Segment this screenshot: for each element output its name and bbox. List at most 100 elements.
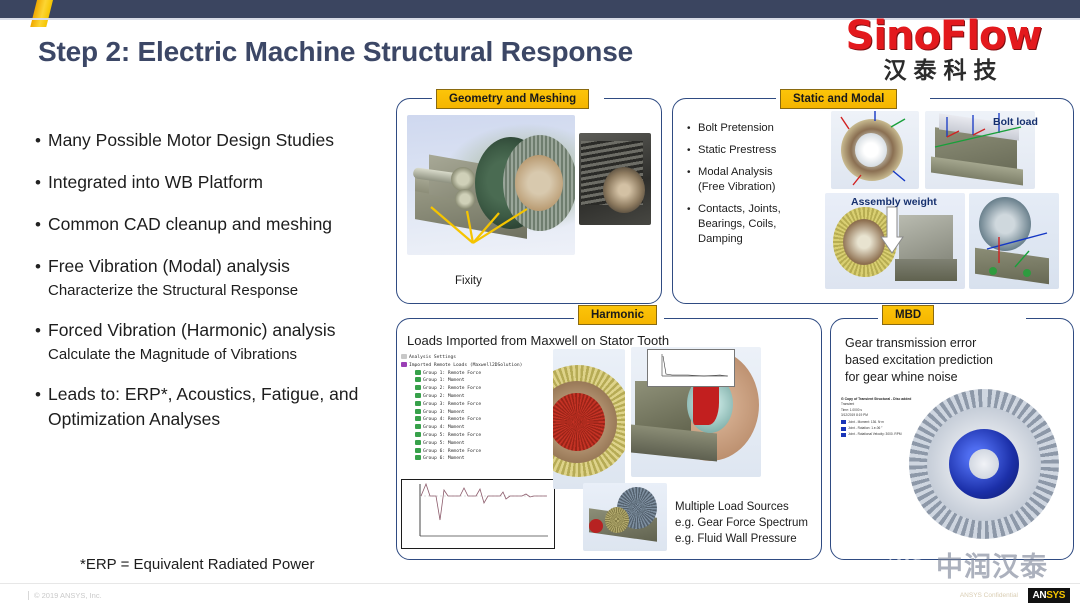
mbd-image-gear (887, 383, 1063, 549)
tree-item[interactable]: Group 3: Moment (399, 408, 551, 417)
logo-wordmark: SinoFlow (845, 13, 1043, 59)
ansys-logo-part-b: SYS (1046, 590, 1065, 601)
bullet-item: • Forced Vibration (Harmonic) analysis Cal… (28, 318, 403, 366)
ansys-logo: ANSYS (1027, 588, 1070, 603)
wechat-watermark: 中润汉泰 (886, 545, 1048, 584)
tree-item-label: Group 1: Remote Force (423, 370, 482, 376)
tree-node-icon (415, 447, 421, 453)
badge-geometry-and-meshing: Geometry and Meshing (436, 89, 590, 109)
caption-bolt-load: Bolt load (993, 116, 1038, 128)
meshed-motor-render-image (579, 133, 651, 225)
bullet-marker-icon: • (687, 123, 691, 134)
harmonic-title: Loads Imported from Maxwell on Stator To… (407, 333, 670, 348)
tree-item[interactable]: Group 2: Moment (399, 392, 551, 401)
tree-node-icon (415, 392, 421, 398)
multiple-load-sources-text: Multiple Load Sources e.g. Gear Force Sp… (675, 501, 808, 545)
fixity-label: Fixity (455, 275, 482, 287)
tree-node-icon (415, 400, 421, 406)
wechat-icon (889, 549, 929, 582)
tree-item[interactable]: Imported Remote Loads (Maxwell2DSolution… (399, 361, 551, 370)
harmonic-image-stator-tooth (553, 349, 625, 489)
tree-item-label: Group 5: Remote Force (423, 432, 482, 438)
panel-harmonic: Loads Imported from Maxwell on Stator To… (396, 318, 822, 560)
tree-item[interactable]: Analysis Settings (399, 354, 551, 362)
tree-node-icon (415, 431, 421, 437)
tree-item-label: Group 4: Moment (423, 425, 465, 431)
bullet-marker-icon: • (35, 257, 41, 276)
tree-item[interactable]: Group 1: Moment (399, 377, 551, 385)
bullet-body: Integrated into WB Platform (48, 170, 403, 196)
bullet-marker-icon: • (687, 204, 691, 215)
bullet-item: • Leads to: ERP*, Acoustics, Fatigue, and… (28, 382, 403, 432)
bullet-marker-icon: • (35, 385, 41, 404)
bullet-text: Forced Vibration (Harmonic) analysis (48, 320, 336, 340)
bullet-item: • Integrated into WB Platform (28, 170, 403, 196)
tree-item[interactable]: Group 6: Moment (399, 455, 551, 463)
page-title: Step 2: Electric Machine Structural Resp… (38, 36, 633, 67)
static-modal-item: • Modal Analysis (Free Vibration) (687, 165, 819, 195)
watermark-text: 中润汉泰 (936, 552, 1048, 583)
bullet-body: Many Possible Motor Design Studies (48, 128, 403, 154)
tree-node-icon (401, 354, 407, 359)
bullet-list: • Many Possible Motor Design Studies • Inte… (28, 128, 403, 448)
static-modal-item-label: Contacts, Joints, Bearings, Coils, Dampi… (698, 203, 781, 245)
bullet-marker-icon: • (35, 215, 41, 234)
bullet-marker-icon: • (687, 145, 691, 156)
bullet-text: Common CAD cleanup and meshing (48, 214, 333, 234)
static-modal-item-label: Bolt Pretension (698, 122, 774, 134)
static-modal-item-label: Modal Analysis (Free Vibration) (698, 166, 776, 193)
tree-node-icon (401, 361, 407, 367)
tree-node-icon (415, 408, 421, 414)
bullet-marker-icon: • (35, 173, 41, 192)
static-modal-bullet-list: • Bolt Pretension • Static Prestress • Modal … (687, 121, 819, 254)
harmonic-image-deformation (631, 347, 761, 477)
tree-item[interactable]: Group 6: Remote Force (399, 447, 551, 456)
panel-geometry-and-meshing: Fixity (396, 98, 662, 304)
caption-assembly-weight: Assembly weight (851, 196, 937, 208)
tree-item[interactable]: Group 5: Moment (399, 439, 551, 448)
tree-node-icon (415, 369, 421, 375)
footnote: *ERP = Equivalent Radiated Power (80, 556, 315, 573)
bullet-marker-icon: • (35, 321, 41, 340)
tree-item[interactable]: Group 4: Remote Force (399, 416, 551, 424)
static-modal-item: • Contacts, Joints, Bearings, Coils, Damp… (687, 202, 819, 247)
static-modal-item: • Bolt Pretension (687, 121, 819, 136)
tree-node-icon (415, 424, 421, 430)
bullet-body: Leads to: ERP*, Acoustics, Fatigue, and … (48, 382, 403, 432)
bullet-subtext: Calculate the Magnitude of Vibrations (48, 346, 298, 363)
bullet-item: • Many Possible Motor Design Studies (28, 128, 403, 154)
tree-node-icon (415, 416, 421, 422)
tree-item[interactable]: Group 5: Remote Force (399, 431, 551, 440)
ansys-logo-part-a: AN (1032, 590, 1047, 601)
tree-item-label: Group 2: Moment (423, 393, 465, 399)
bullet-body: Free Vibration (Modal) analysis Character… (48, 254, 403, 302)
bullet-marker-icon: • (687, 167, 691, 178)
imported-loads-tree[interactable]: Analysis Settings Imported Remote Loads (… (399, 353, 551, 484)
tree-item[interactable]: Group 1: Remote Force (399, 369, 551, 378)
bullet-marker-icon: • (35, 131, 41, 150)
tree-item-label: Group 1: Moment (423, 378, 465, 384)
tree-item[interactable]: Group 3: Remote Force (399, 400, 551, 409)
tree-item-label: Group 3: Remote Force (423, 401, 482, 407)
sinoflow-logo: SinoFlow 汉泰科技 (821, 16, 1066, 83)
logo-chinese-name: 汉泰科技 (883, 58, 1004, 84)
bullet-subtext: Characterize the Structural Response (48, 282, 299, 299)
tree-item-label: Group 5: Moment (423, 440, 465, 446)
geometry-render-image (407, 115, 575, 255)
tree-node-icon (415, 455, 421, 461)
badge-static-and-modal: Static and Modal (780, 89, 898, 109)
bullet-text: Leads to: ERP*, Acoustics, Fatigue, and … (48, 384, 359, 429)
harmonic-image-gearbox (583, 483, 667, 551)
bullet-item: • Free Vibration (Modal) analysis Characte… (28, 254, 403, 302)
bullet-body: Forced Vibration (Harmonic) analysis Calc… (48, 318, 403, 366)
tree-node-icon (415, 439, 421, 445)
bullet-text: Many Possible Motor Design Studies (48, 130, 334, 150)
tree-item[interactable]: Group 2: Remote Force (399, 385, 551, 393)
tree-item[interactable]: Group 4: Moment (399, 424, 551, 432)
panel-static-and-modal: • Bolt Pretension • Static Prestress • Modal … (672, 98, 1074, 304)
tree-item-label: Imported Remote Loads (Maxwell2DSolution… (409, 362, 523, 368)
yellow-slash-icon (30, 0, 54, 27)
panel-mbd: Gear transmission error based excitation… (830, 318, 1074, 560)
fixity-arrows-icon (430, 206, 528, 244)
tree-item-label: Group 3: Moment (423, 409, 465, 415)
